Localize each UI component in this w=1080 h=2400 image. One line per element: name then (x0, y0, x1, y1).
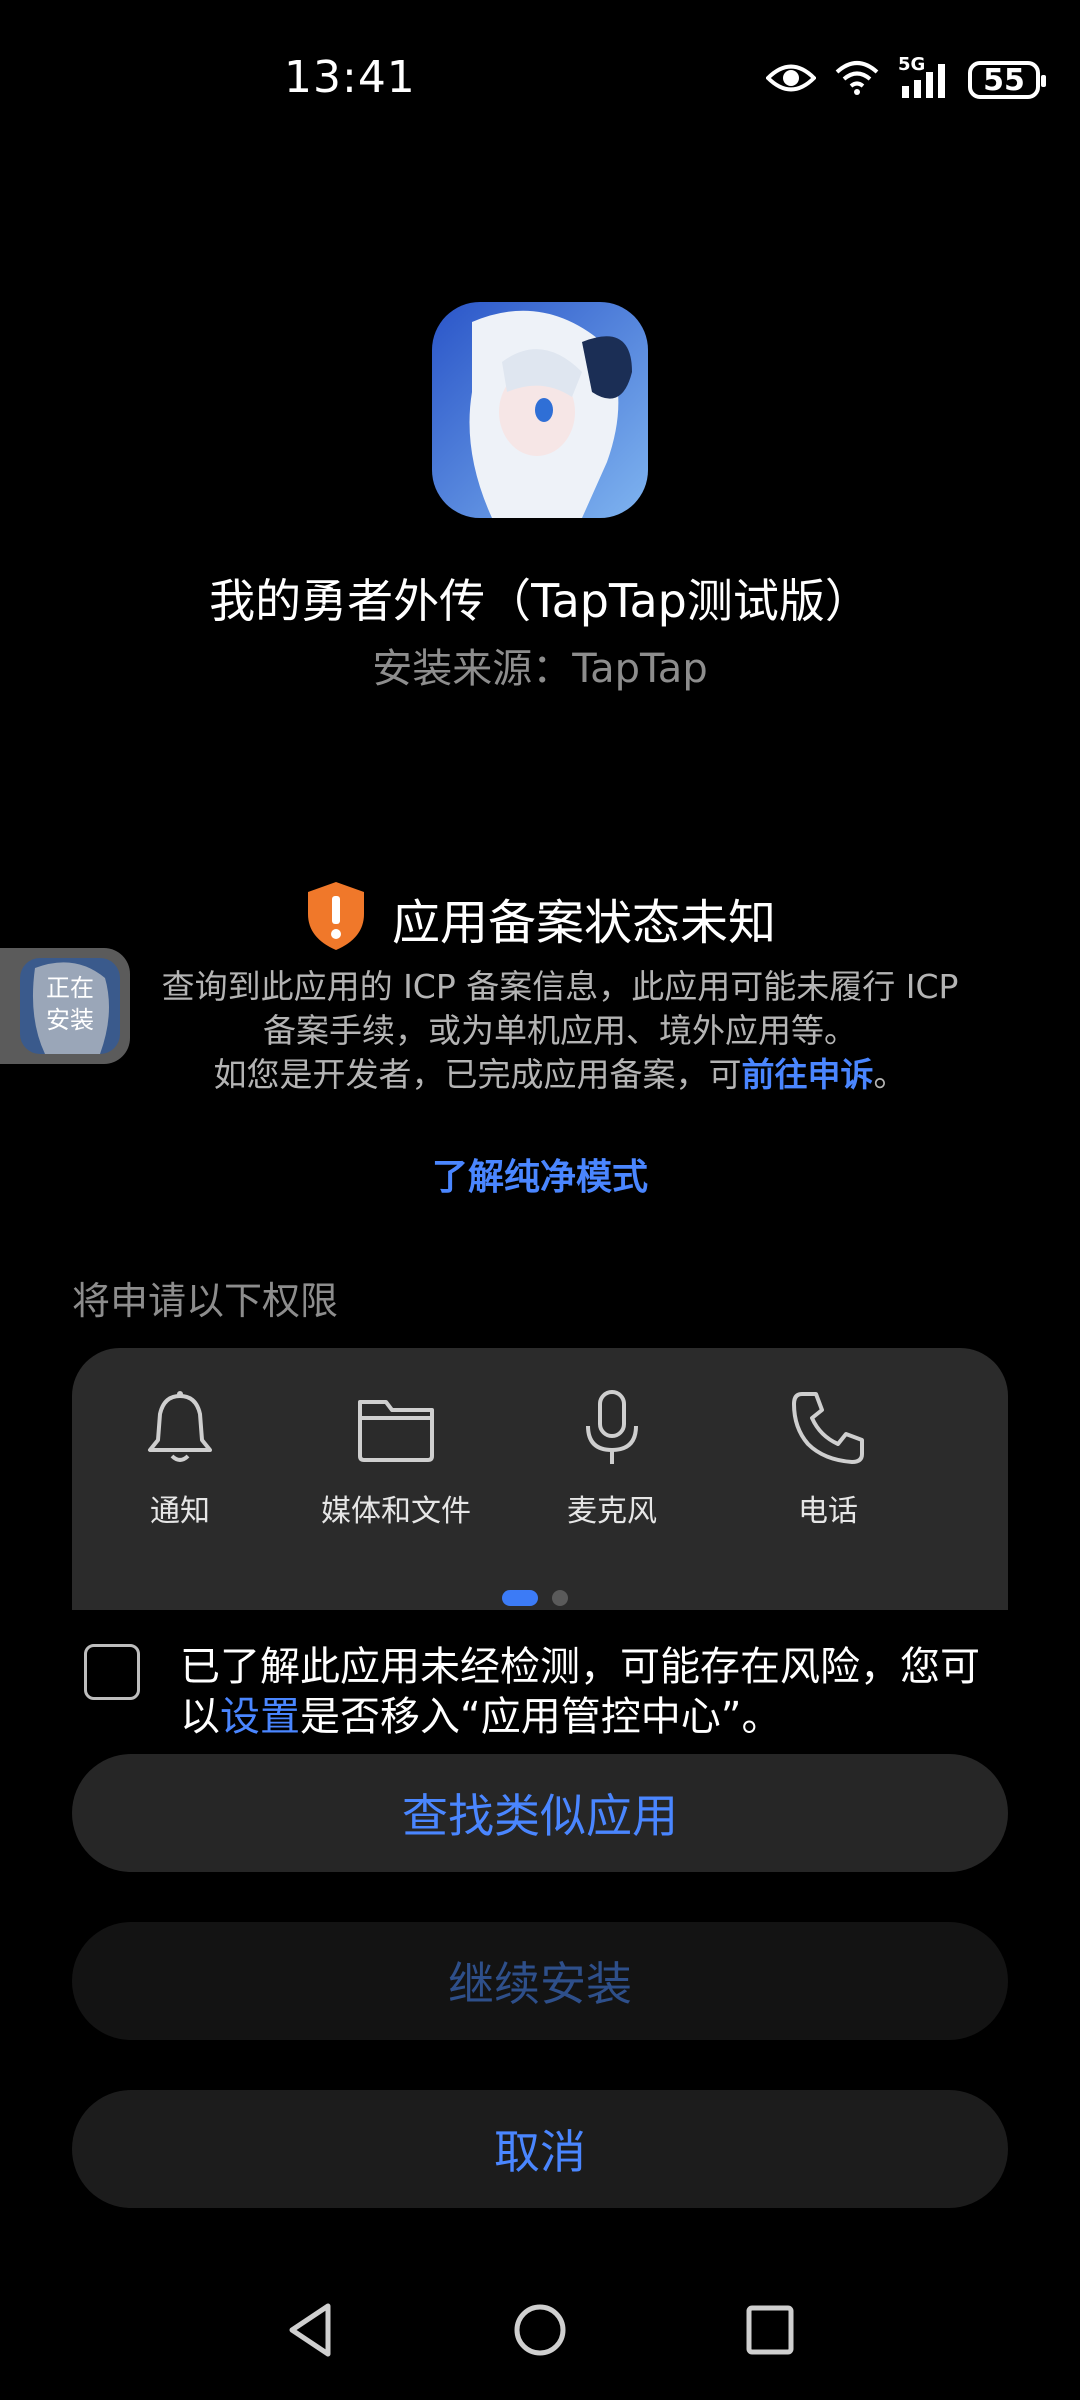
permission-microphone: 麦克风 (504, 1388, 720, 1530)
shield-warning-icon (304, 880, 368, 956)
battery-level: 55 (983, 62, 1025, 98)
warning-body-line3-prefix: 如您是开发者，已完成应用备案，可 (213, 1055, 742, 1094)
recents-icon[interactable] (744, 2300, 796, 2364)
cancel-button[interactable]: 取消 (72, 2090, 1008, 2208)
permissions-title: 将申请以下权限 (72, 1279, 339, 1323)
warning-body-line2: 备案手续，或为单机应用、境外应用等。 (263, 1011, 857, 1050)
risk-consent-text: 已了解此应用未经检测，可能存在风险，您可以设置是否移入“应用管控中心”。 (180, 1642, 1000, 1742)
permissions-pager[interactable] (502, 1590, 568, 1606)
warning-body-line3-suffix: 。 (873, 1055, 907, 1094)
warning-body-line1: 查询到此应用的 ICP 备案信息，此应用可能未履行 ICP (161, 967, 959, 1006)
warning-body-line3: 如您是开发者，已完成应用备案，可前往申诉。 (120, 1053, 1000, 1097)
microphone-icon (504, 1388, 720, 1468)
app-name: 我的勇者外传（TapTap测试版） (209, 574, 871, 628)
floating-label-line2: 安装 (46, 1006, 94, 1034)
find-similar-apps-button[interactable]: 查找类似应用 (72, 1754, 1008, 1872)
signal-icon: 5G (898, 54, 950, 100)
permission-label: 通知 (150, 1494, 210, 1529)
warning-body: 查询到此应用的 ICP 备案信息，此应用可能未履行 ICP 备案手续，或为单机应… (120, 965, 1000, 1097)
eye-icon (765, 61, 817, 99)
warning-title: 应用备案状态未知 (391, 895, 776, 951)
settings-link[interactable]: 设置 (220, 1694, 300, 1740)
permission-media-files: 媒体和文件 (288, 1388, 504, 1530)
phone-icon (720, 1388, 936, 1468)
floating-bubble-label: 正在 安装 (20, 972, 120, 1036)
pure-mode-link[interactable]: 了解纯净模式 (0, 1148, 1080, 1200)
battery-icon: 55 (968, 61, 1046, 99)
permission-label: 媒体和文件 (321, 1494, 471, 1529)
consent-text-suffix: 是否移入“应用管控中心”。 (300, 1694, 782, 1740)
permission-label: 麦克风 (567, 1494, 657, 1529)
pager-dot[interactable] (552, 1590, 568, 1606)
bell-icon (72, 1388, 288, 1468)
home-icon[interactable] (512, 2300, 568, 2364)
status-icons: 5G 55 (765, 54, 1046, 104)
pager-dot-active[interactable] (502, 1590, 538, 1606)
permission-phone: 电话 (720, 1388, 936, 1530)
install-source: 安装来源：TapTap (372, 646, 708, 692)
continue-install-button[interactable]: 继续安装 (72, 1922, 1008, 2040)
folder-icon (288, 1388, 504, 1468)
appeal-link[interactable]: 前往申诉 (742, 1055, 874, 1094)
permission-notification: 通知 (72, 1388, 288, 1530)
warning-header: 应用备案状态未知 (0, 880, 1080, 956)
permissions-card[interactable]: 通知 媒体和文件 麦克风 电话 (72, 1348, 1008, 1610)
permission-label: 电话 (798, 1494, 858, 1529)
wifi-icon (834, 60, 880, 100)
status-time: 13:41 (284, 52, 416, 103)
app-icon (432, 302, 648, 518)
installing-floating-bubble[interactable]: 正在 安装 (0, 948, 130, 1064)
navigation-bar (0, 2300, 1080, 2380)
risk-consent-checkbox[interactable] (84, 1644, 140, 1700)
floating-label-line1: 正在 (46, 974, 94, 1002)
back-icon[interactable] (284, 2300, 336, 2364)
